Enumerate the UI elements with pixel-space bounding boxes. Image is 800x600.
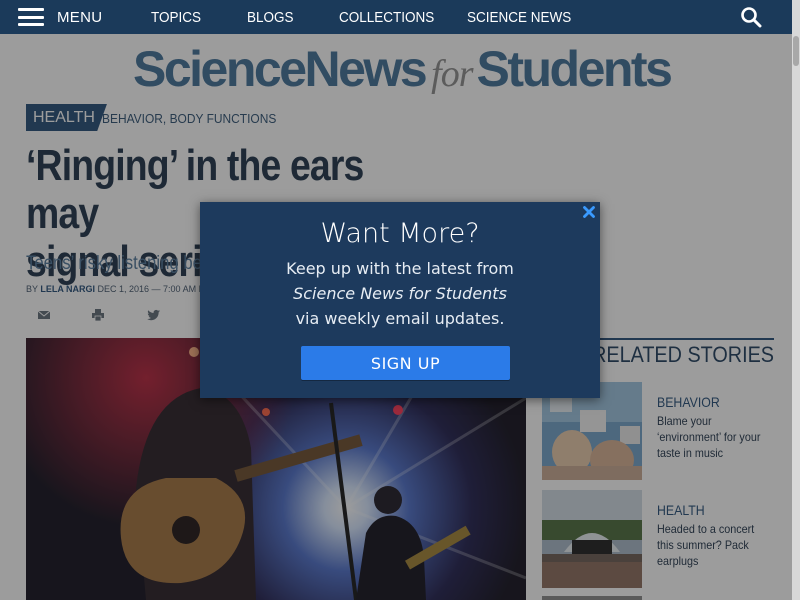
scrollbar[interactable]	[792, 0, 800, 600]
modal-body: Keep up with the latest from Science New…	[200, 256, 600, 331]
top-nav: MENU TOPICS BLOGS COLLECTIONS SCIENCE NE…	[0, 0, 800, 34]
scrollbar-thumb[interactable]	[793, 36, 799, 66]
nav-link-collections[interactable]: COLLECTIONS	[339, 9, 434, 26]
modal-line-3: via weekly email updates.	[295, 309, 505, 328]
modal-title: Want More?	[320, 218, 480, 249]
nav-link-science-news[interactable]: SCIENCE NEWS	[467, 9, 571, 26]
hamburger-icon	[18, 8, 44, 26]
sign-up-button[interactable]: SIGN UP	[301, 346, 510, 380]
nav-link-topics[interactable]: TOPICS	[151, 9, 201, 26]
modal-line-2: Science News for Students	[293, 284, 507, 303]
newsletter-modal: Want More? Keep up with the latest from …	[200, 202, 600, 398]
menu-button[interactable]: MENU	[18, 6, 102, 28]
close-icon[interactable]	[582, 205, 596, 219]
menu-label: MENU	[57, 8, 103, 26]
modal-line-1: Keep up with the latest from	[286, 259, 514, 278]
search-icon[interactable]	[740, 6, 762, 28]
nav-link-blogs[interactable]: BLOGS	[247, 9, 294, 26]
